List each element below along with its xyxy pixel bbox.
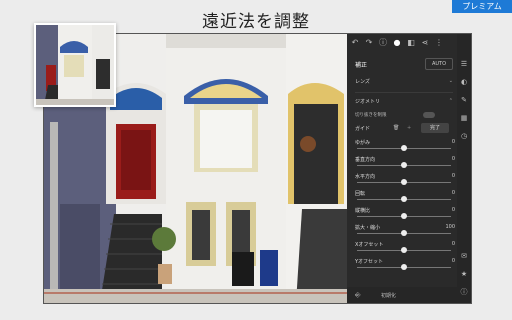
- lens-label: レンズ: [355, 79, 370, 85]
- toggle-switch[interactable]: [423, 112, 435, 118]
- star-icon[interactable]: ★: [460, 270, 468, 278]
- chevron-up-icon: ⌃: [448, 98, 453, 104]
- slider-row[interactable]: 縦横比 0: [353, 207, 455, 221]
- bottom-bar: ⎆ 初期化: [347, 287, 471, 303]
- slider-row[interactable]: 回転 0: [353, 190, 455, 204]
- slider-label: 縦横比: [355, 208, 371, 214]
- trash-icon[interactable]: 🗑: [393, 125, 399, 131]
- slider-label: Xオフセット: [355, 242, 384, 248]
- slider-row[interactable]: ゆがみ 0: [353, 139, 455, 153]
- premium-badge[interactable]: プレミアム: [452, 0, 512, 13]
- before-thumbnail[interactable]: [34, 23, 116, 107]
- guide-row: ガイド 🗑 + 完了: [355, 123, 453, 135]
- presets-icon[interactable]: ☰: [460, 60, 468, 68]
- slider-label: ゆがみ: [355, 140, 371, 146]
- compare-icon[interactable]: ◧: [407, 39, 415, 47]
- view-icon[interactable]: ⎆: [355, 291, 361, 300]
- share-icon[interactable]: ⋖: [421, 39, 429, 47]
- edit-active-icon[interactable]: ●: [393, 39, 401, 47]
- slider-value: 0: [451, 173, 455, 179]
- info-icon[interactable]: ⓘ: [460, 288, 468, 296]
- brush-icon[interactable]: ✎: [460, 96, 468, 104]
- slider-thumb[interactable]: [401, 264, 407, 270]
- slider-thumb[interactable]: [401, 213, 407, 219]
- slider-value: 0: [451, 139, 455, 145]
- crop-label: 切り抜きを制限: [355, 113, 387, 118]
- guide-label: ガイド: [355, 126, 371, 132]
- slider-label: 水平方向: [355, 174, 376, 180]
- slider-value: 100: [445, 224, 455, 230]
- panel-title: 補正: [355, 62, 368, 69]
- slider-row[interactable]: 垂直方向 0: [353, 156, 455, 170]
- slider-label: 拡大・縮小: [355, 225, 381, 231]
- history-icon[interactable]: ◷: [460, 132, 468, 140]
- adjust-icon[interactable]: ◐: [460, 78, 468, 86]
- slider-thumb[interactable]: [401, 230, 407, 236]
- detail-icon[interactable]: ▦: [460, 114, 468, 122]
- chevron-down-icon: ⌄: [448, 78, 453, 84]
- reset-button[interactable]: 初期化: [381, 292, 396, 299]
- slider-label: 垂直方向: [355, 157, 376, 163]
- done-button[interactable]: 完了: [421, 123, 449, 133]
- geometry-label: ジオメトリ: [355, 99, 381, 105]
- slider-value: 0: [451, 156, 455, 162]
- slider-row[interactable]: Xオフセット 0: [353, 241, 455, 255]
- divider: [355, 92, 453, 93]
- slider-row[interactable]: Yオフセット 0: [353, 258, 455, 272]
- add-guide-icon[interactable]: +: [407, 125, 411, 131]
- slider-value: 0: [451, 258, 455, 264]
- slider-value: 0: [451, 190, 455, 196]
- more-icon[interactable]: ⋮: [435, 39, 443, 47]
- info-icon[interactable]: ⓘ: [379, 39, 387, 47]
- adjust-panel: ↶ ↷ ⓘ ● ◧ ⋖ ⋮ 補正 AUTO レンズ ⌄ ジオメトリ ⌃ 切り抜き…: [347, 34, 471, 303]
- slider-thumb[interactable]: [401, 162, 407, 168]
- geometry-section[interactable]: ジオメトリ ⌃: [355, 98, 453, 108]
- tool-sidebar: ☰ ◐ ✎ ▦ ◷ ✉ ★ ⓘ: [457, 34, 471, 303]
- lens-section[interactable]: レンズ ⌄: [355, 78, 453, 88]
- panel-topbar: ↶ ↷ ⓘ ● ◧ ⋖ ⋮: [347, 34, 471, 54]
- slider-label: 回転: [355, 191, 366, 197]
- slider-row[interactable]: 拡大・縮小 100: [353, 224, 455, 238]
- slider-value: 0: [451, 241, 455, 247]
- slider-thumb[interactable]: [401, 196, 407, 202]
- slider-row[interactable]: 水平方向 0: [353, 173, 455, 187]
- slider-thumb[interactable]: [401, 179, 407, 185]
- slider-value: 0: [451, 207, 455, 213]
- slider-label: Yオフセット: [355, 259, 384, 265]
- slider-thumb[interactable]: [401, 247, 407, 253]
- original-photo: [36, 25, 114, 105]
- slider-thumb[interactable]: [401, 145, 407, 151]
- comment-icon[interactable]: ✉: [460, 252, 468, 260]
- undo-icon[interactable]: ↶: [351, 39, 359, 47]
- crop-constraint-toggle-row[interactable]: 切り抜きを制限: [355, 112, 453, 122]
- auto-button[interactable]: AUTO: [425, 58, 453, 70]
- redo-icon[interactable]: ↷: [365, 39, 373, 47]
